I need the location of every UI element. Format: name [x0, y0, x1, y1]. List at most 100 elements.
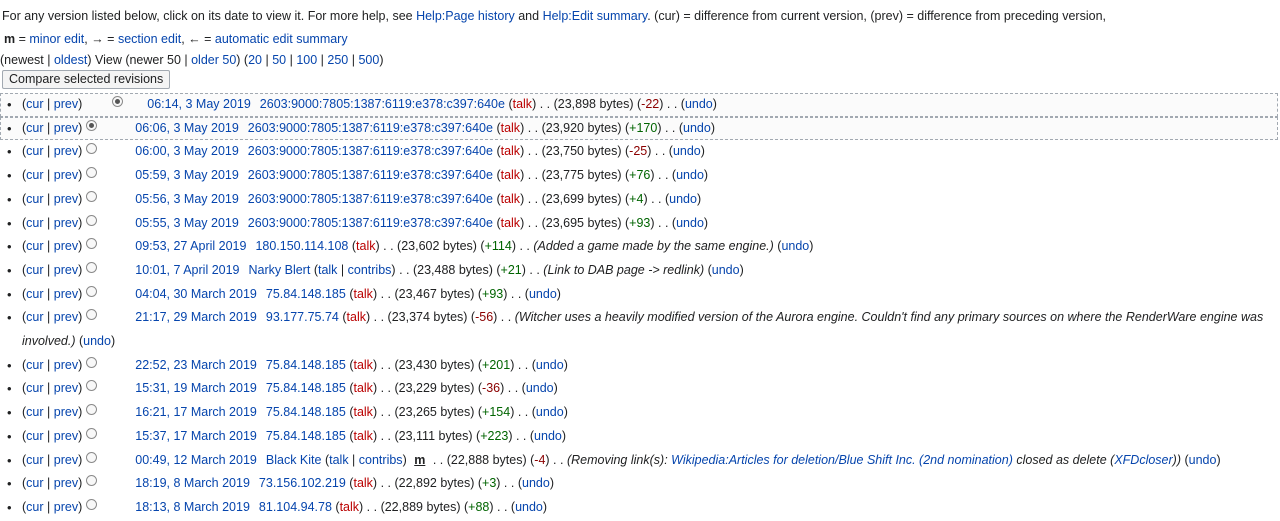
undo-link[interactable]: undo: [83, 334, 111, 348]
compare-revisions-button[interactable]: Compare selected revisions: [2, 70, 171, 89]
cur-diff-link[interactable]: cur: [26, 381, 43, 395]
user-link[interactable]: 2603:9000:7805:1387:6119:e378:c397:640e: [248, 121, 493, 135]
minor-edit-link[interactable]: minor edit: [29, 32, 84, 46]
undo-link[interactable]: undo: [676, 168, 704, 182]
pager-oldest-link[interactable]: oldest: [54, 53, 87, 67]
talk-link[interactable]: talk: [513, 97, 532, 111]
prev-diff-link[interactable]: prev: [54, 476, 78, 490]
undo-link[interactable]: undo: [536, 358, 564, 372]
user-link[interactable]: Narky Blert: [249, 263, 311, 277]
cur-diff-link[interactable]: cur: [26, 476, 43, 490]
contribs-link[interactable]: contribs: [348, 263, 392, 277]
user-link[interactable]: 2603:9000:7805:1387:6119:e378:c397:640e: [248, 192, 493, 206]
prev-diff-link[interactable]: prev: [54, 263, 78, 277]
cur-diff-link[interactable]: cur: [26, 287, 43, 301]
cur-diff-link[interactable]: cur: [26, 97, 43, 111]
revision-date-link[interactable]: 15:31, 19 March 2019: [135, 381, 257, 395]
diff-from-radio[interactable]: [86, 167, 98, 179]
revision-date-link[interactable]: 05:56, 3 May 2019: [135, 192, 239, 206]
cur-diff-link[interactable]: cur: [26, 358, 43, 372]
afd-link[interactable]: Wikipedia:Articles for deletion/Blue Shi…: [671, 453, 1013, 467]
pager-limit-20[interactable]: 20: [248, 53, 262, 67]
talk-link[interactable]: talk: [356, 239, 375, 253]
diff-from-radio[interactable]: [86, 427, 98, 439]
prev-diff-link[interactable]: prev: [54, 97, 78, 111]
user-link[interactable]: 73.156.102.219: [259, 476, 346, 490]
prev-diff-link[interactable]: prev: [54, 405, 78, 419]
contribs-link[interactable]: contribs: [359, 453, 403, 467]
user-link[interactable]: 2603:9000:7805:1387:6119:e378:c397:640e: [248, 216, 493, 230]
diff-from-radio[interactable]: [86, 214, 98, 226]
user-link[interactable]: 75.84.148.185: [266, 381, 346, 395]
revision-date-link[interactable]: 09:53, 27 April 2019: [135, 239, 246, 253]
prev-diff-link[interactable]: prev: [54, 381, 78, 395]
user-link[interactable]: Black Kite: [266, 453, 322, 467]
prev-diff-link[interactable]: prev: [54, 429, 78, 443]
undo-link[interactable]: undo: [669, 192, 697, 206]
talk-link[interactable]: talk: [501, 216, 520, 230]
undo-link[interactable]: undo: [526, 381, 554, 395]
diff-from-radio[interactable]: [86, 309, 98, 321]
cur-diff-link[interactable]: cur: [26, 192, 43, 206]
user-link[interactable]: 180.150.114.108: [255, 239, 348, 253]
diff-from-radio[interactable]: [86, 380, 98, 392]
undo-link[interactable]: undo: [515, 500, 543, 514]
talk-link[interactable]: talk: [347, 310, 366, 324]
pager-limit-500[interactable]: 500: [358, 53, 379, 67]
talk-link[interactable]: talk: [353, 405, 372, 419]
undo-link[interactable]: undo: [673, 144, 701, 158]
user-link[interactable]: 2603:9000:7805:1387:6119:e378:c397:640e: [248, 144, 493, 158]
cur-diff-link[interactable]: cur: [26, 500, 43, 514]
diff-from-radio[interactable]: [86, 356, 98, 368]
talk-link[interactable]: talk: [501, 168, 520, 182]
cur-diff-link[interactable]: cur: [26, 144, 43, 158]
revision-date-link[interactable]: 16:21, 17 March 2019: [135, 405, 257, 419]
pager-limit-50[interactable]: 50: [272, 53, 286, 67]
revision-date-link[interactable]: 22:52, 23 March 2019: [135, 358, 257, 372]
revision-date-link[interactable]: 00:49, 12 March 2019: [135, 453, 257, 467]
revision-date-link[interactable]: 18:13, 8 March 2019: [135, 500, 250, 514]
talk-link[interactable]: talk: [353, 429, 372, 443]
prev-diff-link[interactable]: prev: [54, 453, 78, 467]
diff-from-radio[interactable]: [86, 143, 98, 155]
user-link[interactable]: 75.84.148.185: [266, 429, 346, 443]
help-page-history-link[interactable]: Help:Page history: [416, 9, 515, 23]
talk-link[interactable]: talk: [353, 476, 372, 490]
diff-from-radio[interactable]: [86, 285, 98, 297]
diff-from-radio[interactable]: [86, 475, 98, 487]
talk-link[interactable]: talk: [353, 358, 372, 372]
prev-diff-link[interactable]: prev: [54, 216, 78, 230]
pager-older-link[interactable]: older 50: [191, 53, 236, 67]
prev-diff-link[interactable]: prev: [54, 121, 78, 135]
user-link[interactable]: 75.84.148.185: [266, 405, 346, 419]
xfdcloser-link[interactable]: XFDcloser: [1114, 453, 1172, 467]
diff-from-radio[interactable]: [86, 190, 98, 202]
pager-limit-250[interactable]: 250: [327, 53, 348, 67]
diff-from-radio[interactable]: [86, 498, 98, 510]
user-link[interactable]: 81.104.94.78: [259, 500, 332, 514]
talk-link[interactable]: talk: [329, 453, 348, 467]
undo-link[interactable]: undo: [522, 476, 550, 490]
undo-link[interactable]: undo: [712, 263, 740, 277]
undo-link[interactable]: undo: [683, 121, 711, 135]
user-link[interactable]: 75.84.148.185: [266, 287, 346, 301]
prev-diff-link[interactable]: prev: [54, 192, 78, 206]
prev-diff-link[interactable]: prev: [54, 287, 78, 301]
revision-date-link[interactable]: 05:59, 3 May 2019: [135, 168, 239, 182]
talk-link[interactable]: talk: [501, 121, 520, 135]
cur-diff-link[interactable]: cur: [26, 239, 43, 253]
undo-link[interactable]: undo: [1189, 453, 1217, 467]
undo-link[interactable]: undo: [781, 239, 809, 253]
diff-from-radio[interactable]: [86, 404, 98, 416]
cur-diff-link[interactable]: cur: [26, 263, 43, 277]
prev-diff-link[interactable]: prev: [54, 500, 78, 514]
diff-from-radio[interactable]: [86, 261, 98, 273]
talk-link[interactable]: talk: [340, 500, 359, 514]
revision-date-link[interactable]: 05:55, 3 May 2019: [135, 216, 239, 230]
prev-diff-link[interactable]: prev: [54, 168, 78, 182]
revision-date-link[interactable]: 21:17, 29 March 2019: [135, 310, 257, 324]
diff-from-radio[interactable]: [86, 119, 98, 131]
cur-diff-link[interactable]: cur: [26, 168, 43, 182]
undo-link[interactable]: undo: [529, 287, 557, 301]
undo-link[interactable]: undo: [536, 405, 564, 419]
